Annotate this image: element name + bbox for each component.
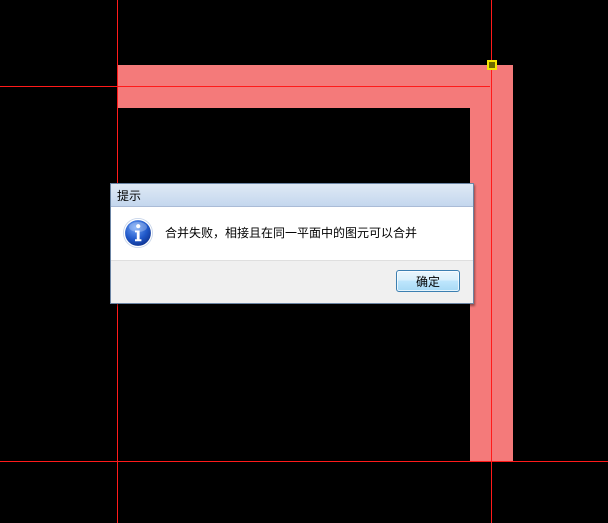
info-icon (123, 218, 153, 248)
dialog-message-area: 合并失败，相接且在同一平面中的图元可以合并 (111, 207, 473, 259)
dialog-titlebar[interactable]: 提示 (111, 184, 473, 207)
message-dialog: 提示 合并失败，相接且在同一平面中的图元可以合并 确定 (110, 183, 474, 304)
ok-button[interactable]: 确定 (396, 270, 460, 292)
drawing-canvas[interactable]: 提示 合并失败，相接且在同一平面中的图元可以合并 确定 (0, 0, 608, 523)
grip-handle[interactable] (487, 60, 497, 70)
dialog-button-bar: 确定 (111, 260, 473, 303)
grid-line-horizontal (0, 86, 490, 87)
dialog-message: 合并失败，相接且在同一平面中的图元可以合并 (165, 226, 418, 240)
grid-line-horizontal (0, 461, 608, 462)
dialog-title: 提示 (117, 189, 142, 203)
grid-line-vertical (491, 0, 492, 523)
